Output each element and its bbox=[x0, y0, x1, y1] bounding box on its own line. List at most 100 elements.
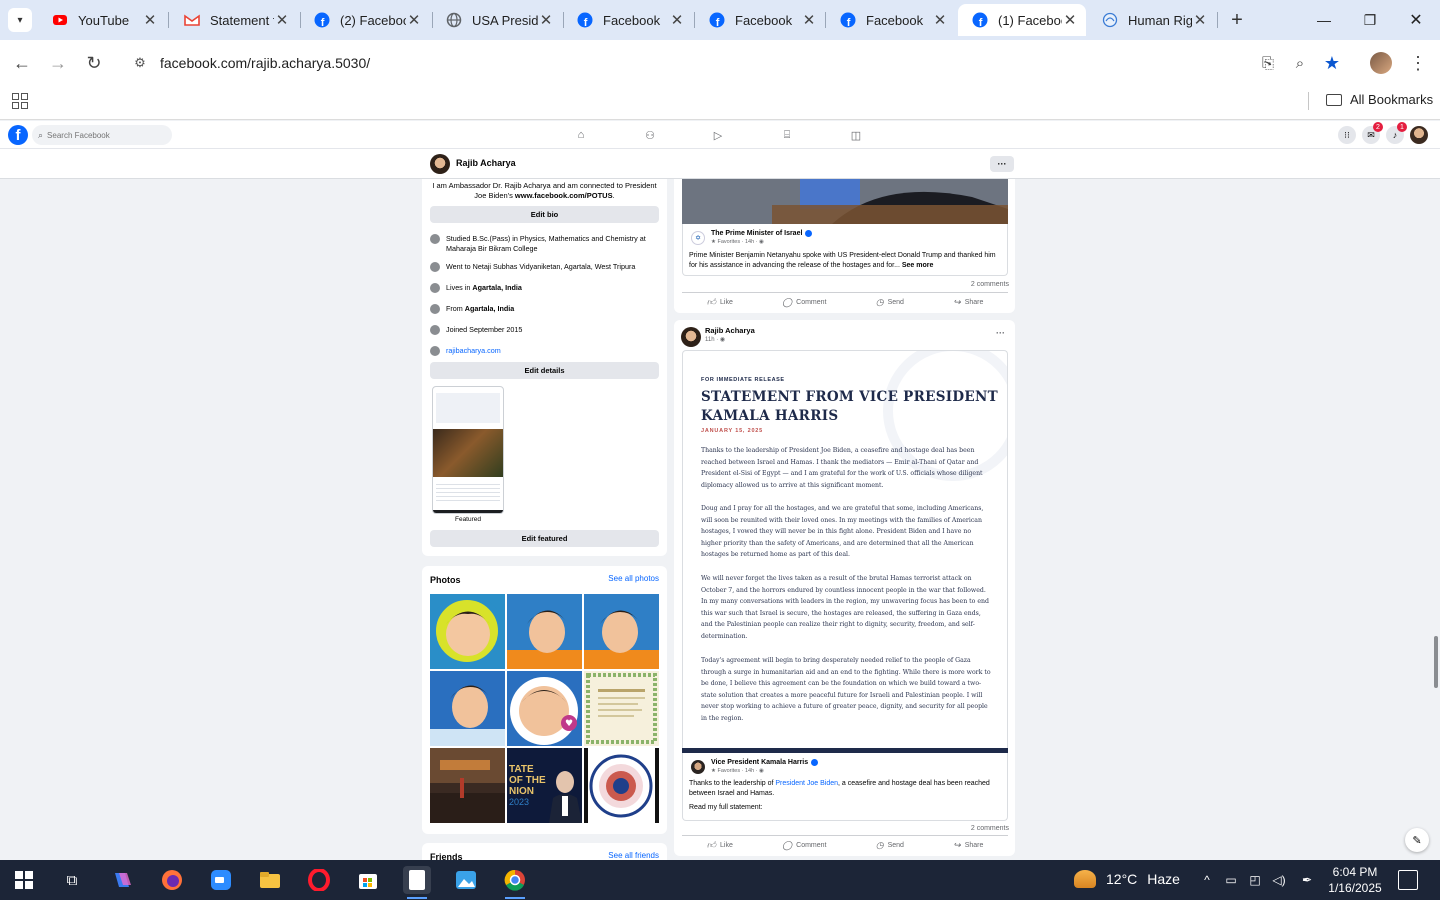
site-info-icon[interactable]: ⚙ bbox=[128, 51, 152, 75]
notification-center-icon[interactable] bbox=[1398, 870, 1418, 890]
tab-facebook-active[interactable]: f (1) Facebook ✕ bbox=[958, 4, 1086, 36]
tab-youtube[interactable]: YouTube ✕ bbox=[38, 4, 166, 36]
browser-menu-icon[interactable]: ⋮ bbox=[1406, 51, 1430, 75]
menu-grid-icon[interactable]: ⁝⁝ bbox=[1338, 126, 1356, 144]
edit-bio-button[interactable]: Edit bio bbox=[430, 206, 659, 223]
like-button[interactable]: 👍︎ Like bbox=[707, 297, 733, 308]
avatar[interactable] bbox=[681, 327, 701, 347]
battery-icon[interactable]: ▭ bbox=[1221, 870, 1241, 890]
see-all-photos-link[interactable]: See all photos bbox=[608, 574, 659, 583]
post-image[interactable] bbox=[682, 179, 1008, 224]
volume-icon[interactable]: ◁) bbox=[1269, 870, 1289, 890]
photo-tile[interactable] bbox=[507, 594, 582, 669]
send-button[interactable]: ◷ Send bbox=[876, 297, 904, 308]
see-all-friends-link[interactable]: See all friends bbox=[608, 851, 659, 860]
comments-count[interactable]: 2 comments bbox=[971, 825, 1009, 832]
file-explorer-icon[interactable] bbox=[256, 866, 284, 894]
page-scrollbar[interactable] bbox=[1432, 180, 1440, 860]
statement-image[interactable]: FOR IMMEDIATE RELEASE STATEMENT FROM VIC… bbox=[682, 350, 1008, 750]
close-tab-icon[interactable]: ✕ bbox=[801, 11, 817, 29]
apps-grid-icon[interactable] bbox=[12, 93, 28, 109]
photo-tile[interactable] bbox=[430, 671, 505, 746]
windows-start-icon[interactable] bbox=[10, 866, 38, 894]
new-tab-button[interactable]: + bbox=[1225, 8, 1249, 32]
friends-icon[interactable]: ⚇ bbox=[642, 127, 658, 143]
gaming-icon[interactable]: ◫ bbox=[848, 127, 864, 143]
source-name[interactable]: Vice President Kamala Harris bbox=[711, 759, 819, 766]
more-options-button[interactable]: ··· bbox=[990, 156, 1014, 172]
show-hidden-icons-icon[interactable]: ^ bbox=[1197, 870, 1217, 890]
pen-icon[interactable]: ✒ bbox=[1297, 870, 1317, 890]
notepad-icon[interactable] bbox=[403, 866, 431, 899]
zoom-icon[interactable]: ⌕ bbox=[1288, 51, 1312, 75]
comment-button[interactable]: ◯ Comment bbox=[782, 297, 826, 308]
restore-button[interactable]: ❐ bbox=[1358, 8, 1382, 32]
photo-tile[interactable]: ♥ bbox=[507, 671, 582, 746]
close-tab-icon[interactable]: ✕ bbox=[142, 11, 158, 29]
copilot-icon[interactable] bbox=[108, 866, 136, 894]
detail-bold[interactable]: Agartala, India bbox=[472, 283, 522, 292]
marketplace-icon[interactable]: ⌸ bbox=[779, 127, 795, 143]
messenger-icon[interactable]: ✉ 2 bbox=[1362, 122, 1383, 144]
photo-tile[interactable] bbox=[584, 748, 659, 823]
install-app-icon[interactable]: ⎘ bbox=[1256, 51, 1280, 75]
chrome-icon[interactable] bbox=[501, 866, 529, 899]
forward-button[interactable]: → bbox=[46, 51, 70, 75]
avatar[interactable] bbox=[430, 154, 450, 174]
like-button[interactable]: 👍︎ Like bbox=[707, 840, 733, 851]
close-tab-icon[interactable]: ✕ bbox=[538, 11, 554, 29]
close-tab-icon[interactable]: ✕ bbox=[406, 11, 422, 29]
close-tab-icon[interactable]: ✕ bbox=[1192, 11, 1208, 29]
edit-featured-button[interactable]: Edit featured bbox=[430, 530, 659, 547]
facebook-logo-icon[interactable]: f bbox=[8, 125, 28, 145]
tab-usa-president[interactable]: USA President ✕ bbox=[432, 4, 562, 36]
photo-tile[interactable] bbox=[584, 671, 659, 746]
tab-gmail[interactable]: Statement from ✕ bbox=[170, 4, 298, 36]
source-name[interactable]: The Prime Minister of Israel bbox=[711, 230, 813, 237]
search-input[interactable] bbox=[47, 130, 158, 140]
tab-search-button[interactable]: ▾ bbox=[8, 8, 32, 32]
firefox-icon[interactable] bbox=[158, 866, 186, 894]
tab-facebook-b[interactable]: f Facebook ✕ bbox=[695, 4, 825, 36]
facebook-search[interactable]: ⌕ bbox=[32, 125, 172, 145]
comments-count[interactable]: 2 comments bbox=[971, 281, 1009, 288]
weather-widget[interactable]: 12°C Haze bbox=[1074, 870, 1180, 888]
zoom-app-icon[interactable] bbox=[207, 866, 235, 894]
post-time[interactable]: 11h · ◉ bbox=[705, 336, 725, 343]
see-more-link[interactable]: See more bbox=[902, 262, 934, 269]
clock[interactable]: 6:04 PM 1/16/2025 bbox=[1322, 864, 1388, 896]
notifications-icon[interactable]: ♪ 1 bbox=[1386, 122, 1407, 144]
microsoft-store-icon[interactable] bbox=[354, 866, 382, 894]
new-message-icon[interactable]: ✎ bbox=[1405, 828, 1429, 852]
edit-details-button[interactable]: Edit details bbox=[430, 362, 659, 379]
close-tab-icon[interactable]: ✕ bbox=[1062, 11, 1078, 29]
bio-link[interactable]: www.facebook.com/POTUS bbox=[515, 191, 613, 200]
opera-icon[interactable] bbox=[305, 866, 333, 894]
photo-tile[interactable] bbox=[430, 594, 505, 669]
website-link[interactable]: rajibacharya.com bbox=[446, 346, 501, 356]
photo-tile[interactable] bbox=[430, 748, 505, 823]
avatar[interactable] bbox=[691, 760, 705, 774]
address-bar[interactable]: ⚙ facebook.com/rajib.acharya.5030/ bbox=[120, 46, 1360, 80]
tab-facebook-2[interactable]: f (2) Facebook ✕ bbox=[300, 4, 430, 36]
back-button[interactable]: ← bbox=[10, 51, 34, 75]
close-tab-icon[interactable]: ✕ bbox=[274, 11, 290, 29]
share-button[interactable]: ↪ Share bbox=[953, 297, 983, 308]
video-icon[interactable]: ▷ bbox=[710, 127, 726, 143]
page-avatar[interactable]: ✡ bbox=[691, 231, 705, 245]
shared-post[interactable]: Vice President Kamala Harris ★ Favorites… bbox=[682, 753, 1008, 821]
tab-human-rights[interactable]: Human Rights ✕ bbox=[1088, 4, 1216, 36]
share-button[interactable]: ↪ Share bbox=[953, 840, 983, 851]
browser-profile-avatar[interactable] bbox=[1370, 52, 1392, 74]
bookmark-star-icon[interactable]: ★ bbox=[1320, 51, 1344, 75]
comment-button[interactable]: ◯ Comment bbox=[782, 840, 826, 851]
profile-name[interactable]: Rajib Acharya bbox=[456, 158, 516, 168]
mention-link[interactable]: President Joe Biden bbox=[775, 780, 838, 787]
detail-bold[interactable]: Agartala, India bbox=[465, 304, 515, 313]
all-bookmarks-button[interactable]: All Bookmarks bbox=[1326, 92, 1433, 107]
minimize-button[interactable]: — bbox=[1312, 8, 1336, 32]
tab-facebook-a[interactable]: f Facebook ✕ bbox=[563, 4, 693, 36]
shared-post[interactable]: ✡ The Prime Minister of Israel ★ Favorit… bbox=[682, 224, 1008, 276]
task-view-icon[interactable]: ⧉ bbox=[58, 866, 86, 894]
tab-facebook-c[interactable]: f Facebook ✕ bbox=[826, 4, 956, 36]
